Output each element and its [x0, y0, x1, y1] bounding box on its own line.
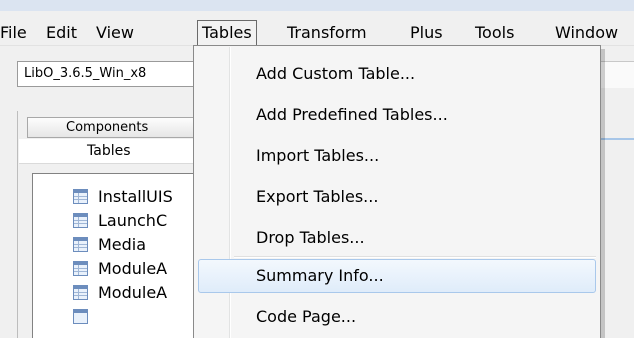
database-combo-value: LibO_3.6.5_Win_x8	[24, 66, 147, 81]
list-item-label: InstallUIS	[98, 187, 173, 206]
table-icon	[73, 189, 88, 204]
menu-gutter-highlight	[230, 47, 231, 338]
list-item-label: ModuleA	[98, 283, 168, 302]
window-top-strip	[0, 0, 634, 11]
menu-transform[interactable]: Transform	[287, 23, 367, 43]
menu-file[interactable]: File	[0, 23, 27, 43]
list-item-label: Media	[98, 235, 147, 254]
menu-edit[interactable]: Edit	[46, 23, 77, 43]
menu-window[interactable]: Window	[555, 23, 618, 43]
tab-tables-label: Tables	[87, 143, 131, 159]
menu-item-drop-tables[interactable]: Drop Tables...	[256, 221, 365, 255]
table-icon	[73, 261, 88, 276]
table-icon	[73, 213, 88, 228]
table-icon	[73, 285, 88, 300]
list-item-label: ModuleA	[98, 259, 168, 278]
menu-tools[interactable]: Tools	[475, 23, 514, 43]
table-list[interactable]: InstallUIS LaunchC Media ModuleA ModuleA	[32, 173, 202, 338]
list-item-label: LaunchC	[98, 211, 168, 230]
menu-plus[interactable]: Plus	[410, 23, 443, 43]
database-combo[interactable]: LibO_3.6.5_Win_x8	[17, 61, 207, 87]
tab-components[interactable]: Components	[27, 117, 197, 138]
menu-item-add-custom-table[interactable]: Add Custom Table...	[256, 57, 415, 91]
menu-item-add-predefined-tables[interactable]: Add Predefined Tables...	[256, 98, 448, 132]
menu-item-export-tables[interactable]: Export Tables...	[256, 180, 378, 214]
tables-dropdown-menu: Add Custom Table... Add Predefined Table…	[193, 45, 601, 338]
menu-tables[interactable]: Tables	[197, 20, 257, 45]
tab-tables[interactable]: Tables	[19, 139, 208, 164]
menu-bar: File Edit View Tables Transform Plus Too…	[0, 11, 634, 46]
table-icon	[73, 237, 88, 252]
menu-view[interactable]: View	[96, 23, 134, 43]
menu-item-code-page[interactable]: Code Page...	[256, 300, 356, 334]
menu-separator-highlight	[234, 257, 596, 258]
menu-item-summary-info[interactable]: Summary Info...	[256, 259, 384, 293]
table-icon	[73, 309, 88, 324]
menu-item-import-tables[interactable]: Import Tables...	[256, 139, 379, 173]
